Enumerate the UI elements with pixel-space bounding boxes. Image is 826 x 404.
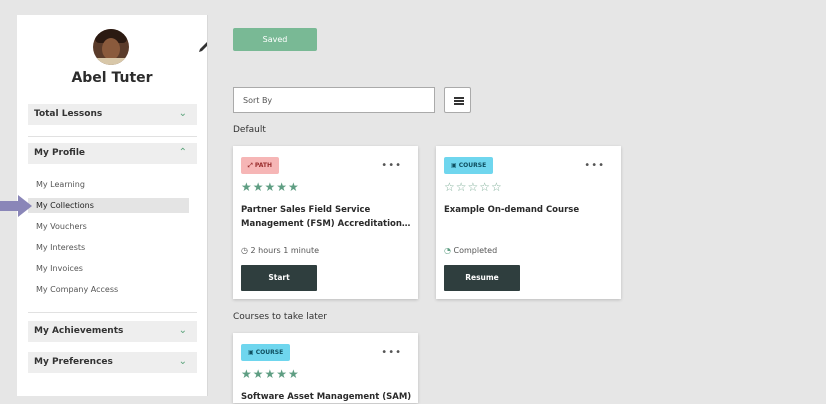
pointer-arrow-icon [0,195,32,217]
chevron-down-icon: ⌄ [178,356,187,367]
learning-card[interactable]: ▣ COURSE ••• ★★★★★ Software Asset Manage… [233,333,418,403]
section-label: My Preferences [34,357,113,367]
star-rating: ★★★★★ [241,180,300,194]
divider [28,136,197,137]
chevron-down-icon: ⌄ [178,108,187,119]
star-rating: ★★★★★ [241,367,300,381]
sidebar-item-my-company-access[interactable]: My Company Access [28,282,189,297]
sidebar-item-my-interests[interactable]: My Interests [28,240,189,255]
book-icon: ▣ [248,349,256,356]
card-title[interactable]: Partner Sales Field Service Management (… [241,203,413,231]
more-options-icon[interactable]: ••• [584,160,605,171]
list-view-button[interactable] [444,87,471,113]
group-label-default: Default [233,125,266,135]
completion-status: ◔ Completed [444,246,498,255]
chevron-up-icon: ⌃ [178,147,187,158]
path-icon: ⤢ [248,162,255,169]
more-options-icon[interactable]: ••• [381,347,402,358]
card-title[interactable]: Software Asset Management (SAM) [241,390,413,404]
user-name: Abel Tuter [71,70,153,86]
resume-button[interactable]: Resume [444,265,520,291]
sort-placeholder: Sort By [243,96,273,105]
progress-ring-icon: ◔ [444,246,454,255]
duration: ◷ 2 hours 1 minute [241,246,320,255]
clock-icon: ◷ [241,246,251,255]
course-badge: ▣ COURSE [241,344,291,361]
pencil-icon[interactable] [197,40,208,54]
start-button[interactable]: Start [241,265,317,291]
avatar [93,29,129,65]
group-label-courses-later: Courses to take later [233,312,327,322]
sort-by-select[interactable]: Sort By [233,87,435,113]
book-icon: ▣ [451,162,459,169]
sidebar-item-my-invoices[interactable]: My Invoices [28,261,189,276]
sidebar-item-my-learning[interactable]: My Learning [28,177,189,192]
card-title[interactable]: Example On-demand Course [444,203,616,217]
section-my-preferences[interactable]: My Preferences ⌄ [28,352,197,373]
saved-button[interactable]: Saved [233,28,317,51]
learning-card[interactable]: ▣ COURSE ••• ☆☆☆☆☆ Example On-demand Cou… [436,146,621,299]
chevron-down-icon: ⌄ [178,325,187,336]
section-label: My Achievements [34,326,124,336]
sidebar-item-my-collections[interactable]: My Collections [28,198,189,213]
section-total-lessons[interactable]: Total Lessons ⌄ [28,104,197,125]
section-label: My Profile [34,148,86,158]
section-my-achievements[interactable]: My Achievements ⌄ [28,321,197,342]
course-badge: ▣ COURSE [444,157,494,174]
more-options-icon[interactable]: ••• [381,160,402,171]
section-my-profile[interactable]: My Profile ⌃ [28,143,197,164]
path-badge: ⤢ PATH [241,157,280,174]
divider [28,312,197,313]
learning-card[interactable]: ⤢ PATH ••• ★★★★★ Partner Sales Field Ser… [233,146,418,299]
section-label: Total Lessons [34,109,103,119]
sidebar-item-my-vouchers[interactable]: My Vouchers [28,219,189,234]
star-rating: ☆☆☆☆☆ [444,180,503,194]
